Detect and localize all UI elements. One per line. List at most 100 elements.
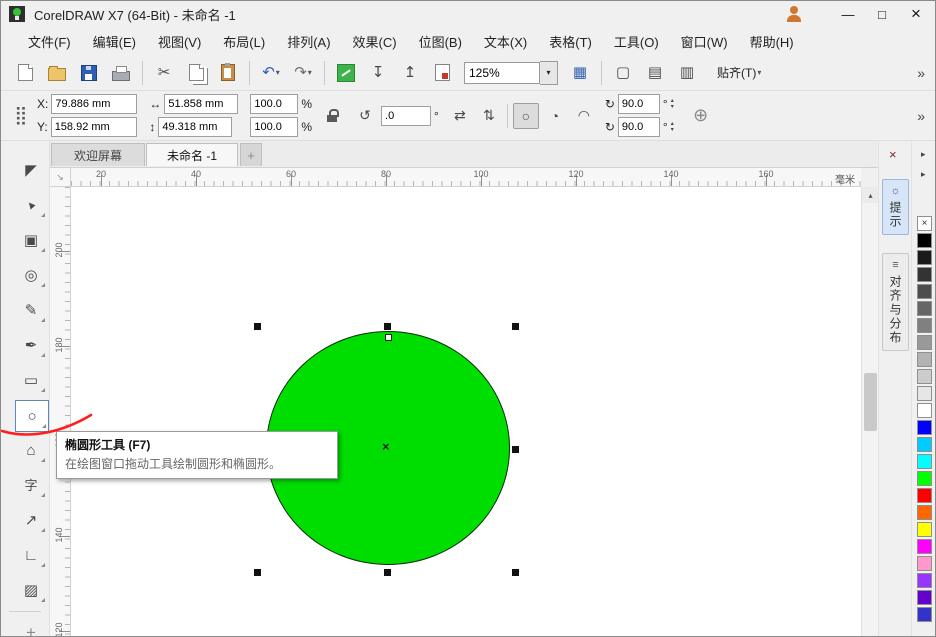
y-position-input[interactable] xyxy=(51,117,137,137)
selection-handle-middle-right[interactable] xyxy=(512,446,519,453)
color-swatch[interactable] xyxy=(917,267,932,282)
artistic-media-tool-button[interactable]: ✒ xyxy=(15,330,47,360)
color-swatch[interactable] xyxy=(917,369,932,384)
crop-tool-button[interactable]: ▣ xyxy=(15,225,47,255)
menu-layout[interactable]: 布局(L) xyxy=(212,29,276,54)
menu-table[interactable]: 表格(T) xyxy=(538,29,603,54)
polygon-tool-button[interactable]: ⌂ xyxy=(15,435,47,465)
open-button[interactable] xyxy=(43,59,71,87)
color-swatch[interactable] xyxy=(917,284,932,299)
vertical-scrollbar[interactable]: ▴ xyxy=(861,187,878,637)
selection-handle-top-left[interactable] xyxy=(254,323,261,330)
selection-handle-bottom-left[interactable] xyxy=(254,569,261,576)
menu-text[interactable]: 文本(X) xyxy=(473,29,538,54)
lock-ratio-button[interactable] xyxy=(320,94,346,138)
pie-mode-button[interactable]: ◔ xyxy=(542,103,568,129)
selection-handle-top-right[interactable] xyxy=(512,323,519,330)
scrollbar-thumb[interactable] xyxy=(864,373,877,431)
color-swatch[interactable] xyxy=(917,522,932,537)
menu-window[interactable]: 窗口(W) xyxy=(670,29,739,54)
color-swatch[interactable] xyxy=(917,454,932,469)
show-page-border-button[interactable]: ▢ xyxy=(609,59,637,87)
color-swatch[interactable] xyxy=(917,386,932,401)
selection-handle-top-center[interactable] xyxy=(384,323,391,330)
pick-tool-button[interactable]: ◤ xyxy=(15,155,47,185)
tab-untitled-document[interactable]: 未命名 -1 xyxy=(146,143,238,166)
scroll-up-button[interactable]: ▴ xyxy=(862,187,879,203)
print-button[interactable] xyxy=(107,59,135,87)
export-button[interactable]: ↥ xyxy=(396,59,424,87)
publish-pdf-button[interactable] xyxy=(428,59,456,87)
paste-button[interactable] xyxy=(214,59,242,87)
start-angle-input[interactable] xyxy=(618,94,660,114)
menu-effects[interactable]: 效果(C) xyxy=(342,29,408,54)
color-swatch[interactable] xyxy=(917,556,932,571)
vertical-ruler[interactable]: 200 180 160 140 120 xyxy=(49,187,71,637)
undo-button[interactable]: ↶▾ xyxy=(257,59,285,87)
menu-file[interactable]: 文件(F) xyxy=(17,29,82,54)
drop-shadow-tool-button[interactable]: ▨ xyxy=(15,575,47,605)
import-button[interactable]: ↧ xyxy=(364,59,392,87)
dimension-tool-button[interactable]: ↗ xyxy=(15,505,47,535)
x-position-input[interactable] xyxy=(51,94,137,114)
cut-button[interactable]: ✂ xyxy=(150,59,178,87)
horizontal-ruler[interactable]: 20 40 60 80 100 120 140 160 毫米 xyxy=(71,167,861,187)
menu-bitmaps[interactable]: 位图(B) xyxy=(408,29,473,54)
color-swatch[interactable] xyxy=(917,301,932,316)
close-button[interactable]: × xyxy=(899,1,933,27)
more-tools-button[interactable]: + xyxy=(15,617,47,637)
color-swatch[interactable] xyxy=(917,250,932,265)
text-tool-button[interactable]: 字 xyxy=(15,470,47,500)
color-swatch[interactable] xyxy=(917,539,932,554)
color-swatch[interactable] xyxy=(917,573,932,588)
connector-tool-button[interactable]: ∟ xyxy=(15,540,47,570)
palette-expand-icon[interactable]: ▸ xyxy=(921,149,926,160)
object-height-input[interactable] xyxy=(158,117,232,137)
arc-mode-button[interactable]: ◠ xyxy=(571,103,597,129)
undo-dropdown-icon[interactable]: ▾ xyxy=(276,68,280,77)
menu-help[interactable]: 帮助(H) xyxy=(739,29,805,54)
rectangle-tool-button[interactable]: ▭ xyxy=(15,365,47,395)
docker-close-icon[interactable]: × xyxy=(889,147,897,162)
search-content-button[interactable] xyxy=(332,59,360,87)
ellipse-tool-button[interactable]: ○ xyxy=(15,400,49,432)
tab-welcome-screen[interactable]: 欢迎屏幕 xyxy=(51,143,145,166)
save-button[interactable] xyxy=(75,59,103,87)
maximize-button[interactable]: □ xyxy=(865,1,899,27)
selection-handle-bottom-right[interactable] xyxy=(512,569,519,576)
show-grid-button[interactable]: ▤ xyxy=(641,59,669,87)
rotation-angle-input[interactable] xyxy=(381,106,431,126)
color-swatch[interactable] xyxy=(917,505,932,520)
color-swatch[interactable] xyxy=(917,420,932,435)
end-angle-input[interactable] xyxy=(618,117,660,137)
menu-edit[interactable]: 编辑(E) xyxy=(82,29,147,54)
color-swatch[interactable] xyxy=(917,335,932,350)
color-swatch[interactable] xyxy=(917,233,932,248)
color-swatch-none[interactable]: × xyxy=(917,216,932,231)
zoom-level-input[interactable] xyxy=(464,62,540,84)
start-angle-spinner[interactable]: ▴▾ xyxy=(671,99,674,110)
flip-horizontal-button[interactable]: ⇄ xyxy=(447,103,473,129)
toolbar-overflow-button[interactable]: » xyxy=(917,65,925,81)
drawing-canvas[interactable]: × xyxy=(71,187,861,637)
color-swatch[interactable] xyxy=(917,318,932,333)
color-swatch[interactable] xyxy=(917,607,932,622)
zoom-dropdown-button[interactable]: ▾ xyxy=(540,61,558,85)
selection-handle-bottom-center[interactable] xyxy=(384,569,391,576)
snap-to-dropdown[interactable]: 贴齐(T) ▾ xyxy=(711,61,767,84)
new-document-tab-button[interactable]: + xyxy=(240,143,262,166)
color-swatch[interactable] xyxy=(917,471,932,486)
color-swatch[interactable] xyxy=(917,403,932,418)
propbar-overflow-button[interactable]: » xyxy=(917,108,925,124)
color-swatch[interactable] xyxy=(917,437,932,452)
flip-vertical-button[interactable]: ⇅ xyxy=(476,103,502,129)
new-document-button[interactable] xyxy=(11,59,39,87)
redo-dropdown-icon[interactable]: ▾ xyxy=(308,68,312,77)
user-account-icon[interactable] xyxy=(785,5,803,23)
ellipse-node[interactable] xyxy=(385,334,392,341)
shape-tool-button[interactable]: ▲ xyxy=(15,190,47,220)
menu-arrange[interactable]: 排列(A) xyxy=(276,29,341,54)
object-width-input[interactable] xyxy=(164,94,238,114)
view-options-button[interactable]: ▥ xyxy=(673,59,701,87)
wrap-text-button[interactable]: ⊕ xyxy=(688,103,714,129)
